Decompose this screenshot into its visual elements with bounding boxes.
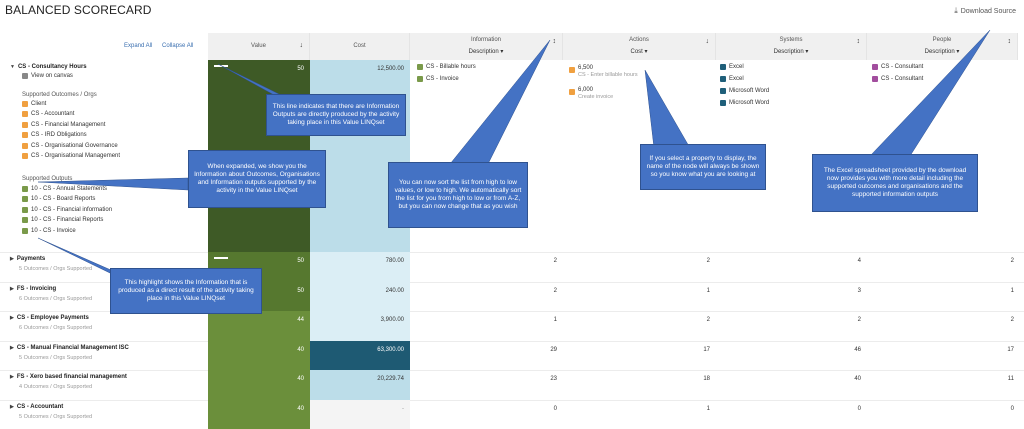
callout-information-line: This line indicates that there are Infor… (266, 94, 406, 136)
callout-expanded-info: When expanded, we show you the Informati… (188, 150, 326, 208)
callout-sorting: You can now sort the list from high to l… (388, 162, 528, 228)
callout-property-display: If you select a property to display, the… (640, 144, 766, 190)
callout-highlight: This highlight shows the Information tha… (110, 268, 262, 314)
callout-download-spreadsheet: The Excel spreadsheet provided by the do… (812, 154, 978, 212)
